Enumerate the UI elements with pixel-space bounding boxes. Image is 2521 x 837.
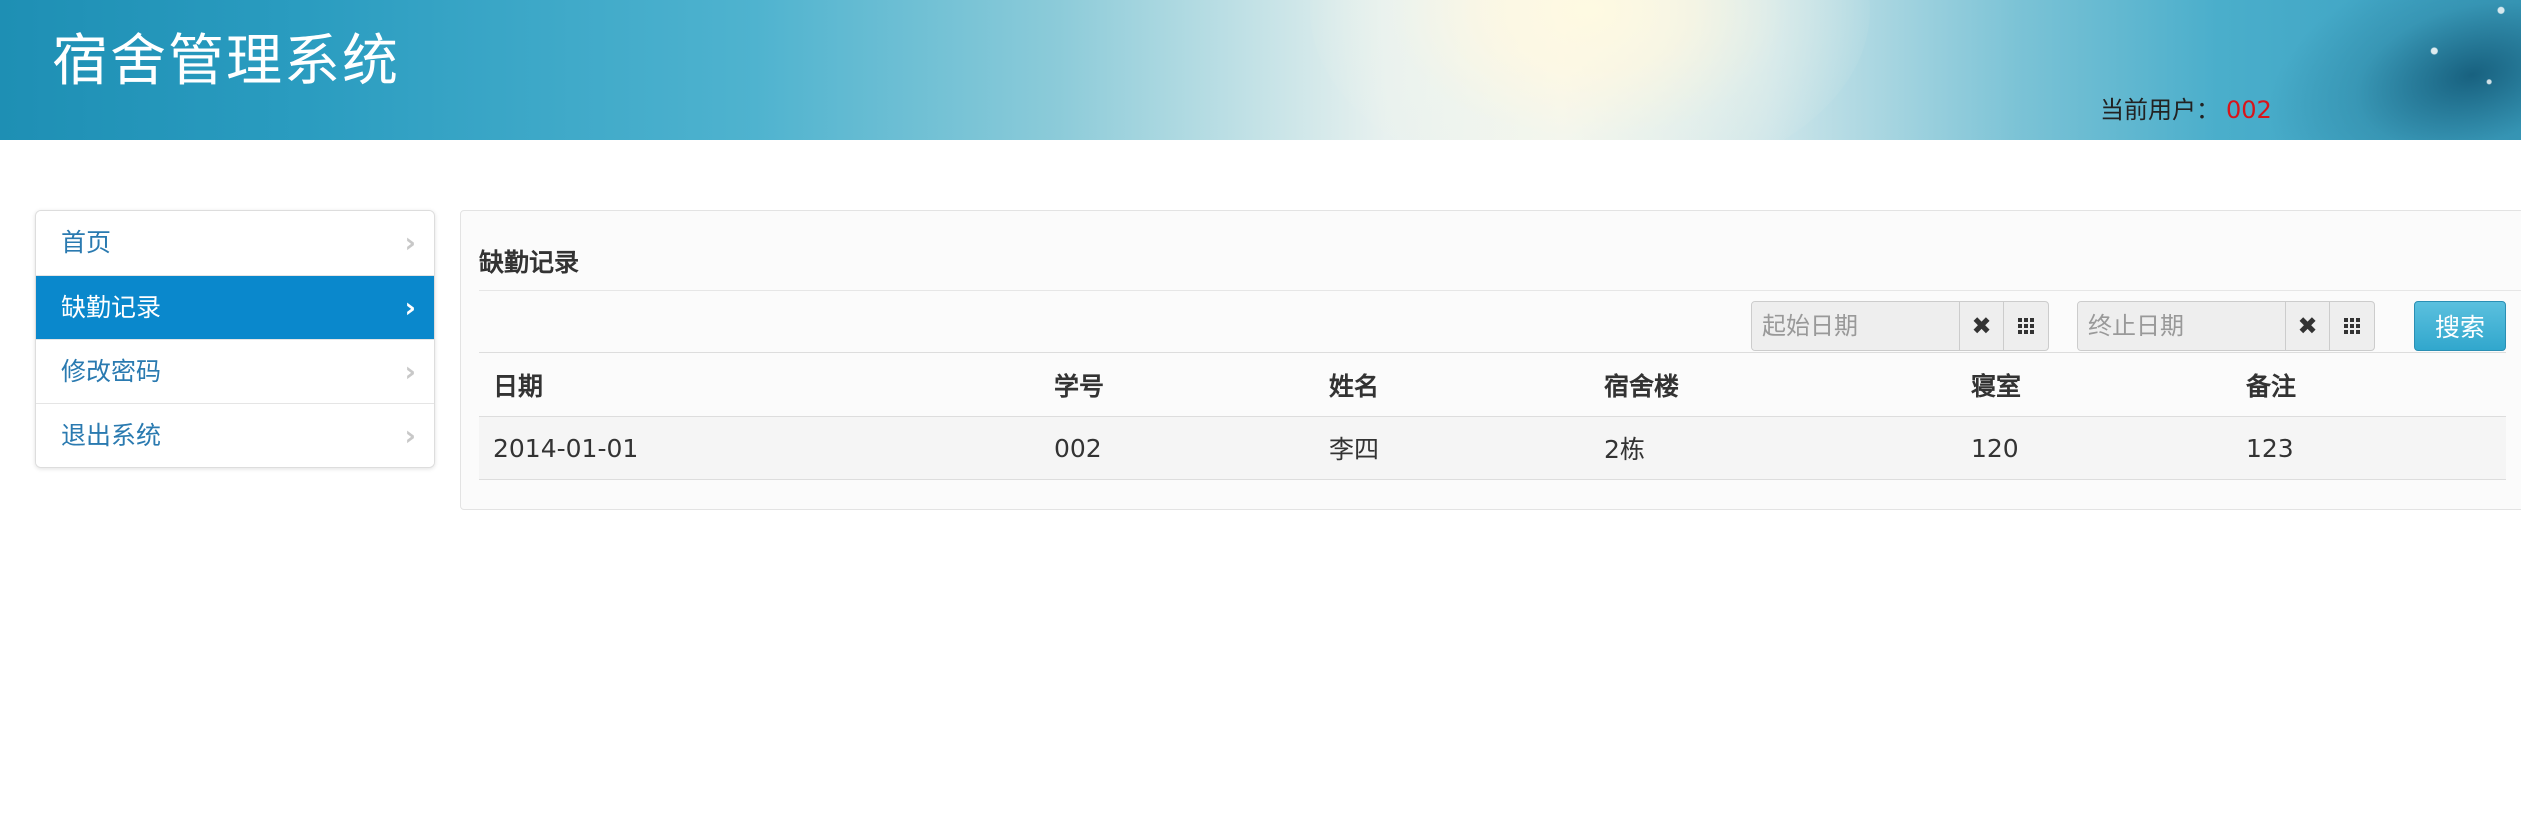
th-grid-icon	[2344, 318, 2360, 334]
chevron-right-icon: ›	[404, 291, 416, 324]
cell-date: 2014-01-01	[479, 416, 1040, 480]
panel-title: 缺勤记录	[479, 248, 580, 277]
chevron-right-icon: ›	[404, 355, 416, 388]
times-icon: ✖	[1971, 312, 1992, 340]
column-header-room: 寝室	[1957, 352, 2232, 417]
th-grid-icon	[2018, 318, 2034, 334]
table-header-row: 日期 学号 姓名 宿舍楼 寝室 备注	[479, 352, 2506, 417]
start-date-input[interactable]	[1752, 302, 1960, 350]
absence-table: 日期 学号 姓名 宿舍楼 寝室 备注 2014-01-01 002 李四 2栋 …	[479, 352, 2506, 480]
cell-remark: 123	[2232, 416, 2506, 480]
sidebar-item-label: 修改密码	[61, 357, 162, 386]
column-header-name: 姓名	[1315, 352, 1590, 417]
current-user: 当前用户： 002	[2100, 90, 2272, 125]
header-banner: 宿舍管理系统 当前用户： 002	[0, 0, 2521, 140]
cell-student-id: 002	[1040, 416, 1315, 480]
panel-divider	[479, 290, 2521, 291]
app-title: 宿舍管理系统	[52, 29, 400, 94]
chevron-right-icon: ›	[404, 419, 416, 452]
sidebar-item-logout[interactable]: 退出系统 ›	[36, 403, 434, 467]
current-user-label: 当前用户：	[2100, 96, 2220, 124]
current-user-id: 002	[2226, 96, 2272, 124]
sidebar-item-label: 退出系统	[61, 421, 162, 450]
banner-wave-image	[2237, 0, 2521, 140]
chevron-right-icon: ›	[404, 226, 416, 259]
table-row: 2014-01-01 002 李四 2栋 120 123	[479, 416, 2506, 480]
end-date-clear-button[interactable]: ✖	[2286, 302, 2330, 350]
sidebar-item-home[interactable]: 首页 ›	[36, 211, 434, 275]
sidebar-item-label: 缺勤记录	[61, 293, 162, 322]
search-button[interactable]: 搜索	[2414, 301, 2506, 351]
cell-name: 李四	[1315, 416, 1590, 480]
column-header-student-id: 学号	[1040, 352, 1315, 417]
absence-records-panel: 缺勤记录 ✖ ✖ 搜索 日期	[460, 210, 2521, 510]
times-icon: ✖	[2297, 312, 2318, 340]
column-header-remark: 备注	[2232, 352, 2506, 417]
banner-sunlight	[1310, 0, 1870, 140]
column-header-date: 日期	[479, 352, 1040, 417]
end-date-input[interactable]	[2078, 302, 2286, 350]
start-date-picker: ✖	[1751, 301, 2049, 351]
start-date-clear-button[interactable]: ✖	[1960, 302, 2004, 350]
cell-room: 120	[1957, 416, 2232, 480]
end-date-picker: ✖	[2077, 301, 2375, 351]
end-date-calendar-button[interactable]	[2330, 302, 2374, 350]
sidebar-item-change-password[interactable]: 修改密码 ›	[36, 339, 434, 403]
cell-building: 2栋	[1590, 416, 1957, 480]
sidebar-nav: 首页 › 缺勤记录 › 修改密码 › 退出系统 ›	[35, 210, 435, 468]
sidebar-item-label: 首页	[61, 228, 112, 257]
column-header-building: 宿舍楼	[1590, 352, 1957, 417]
start-date-calendar-button[interactable]	[2004, 302, 2048, 350]
sidebar-item-absence-records[interactable]: 缺勤记录 ›	[36, 275, 434, 339]
